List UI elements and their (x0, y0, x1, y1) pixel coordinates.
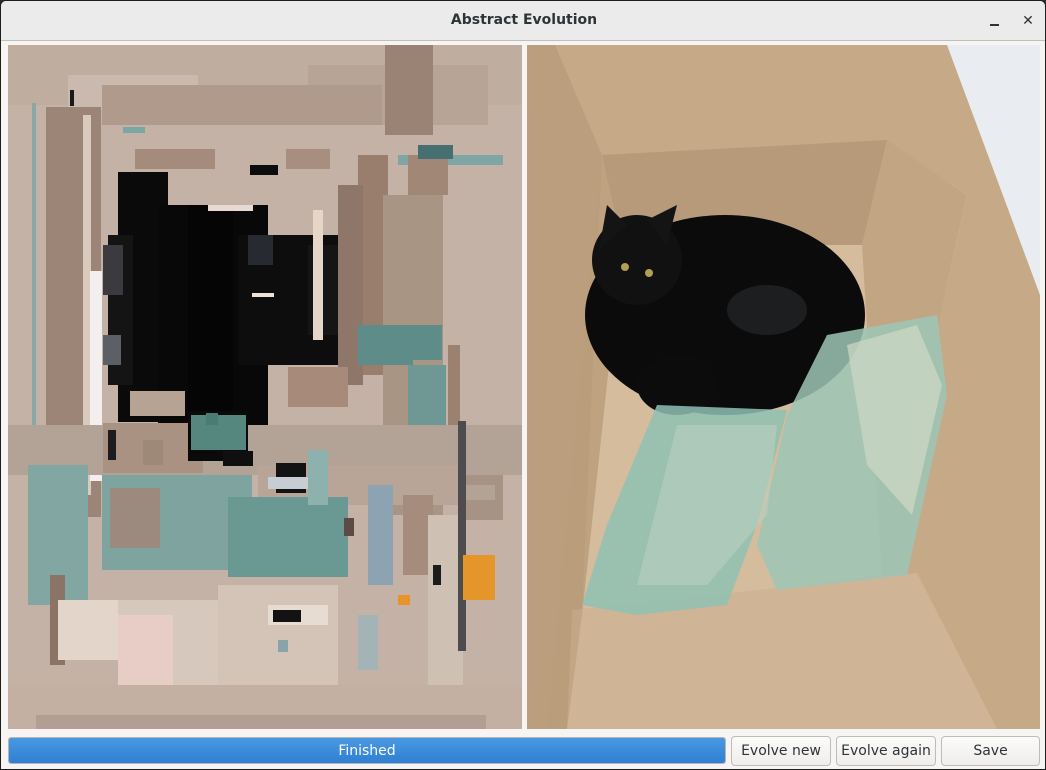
close-button[interactable]: ✕ (1017, 10, 1039, 32)
evolve-new-button[interactable]: Evolve new (731, 736, 831, 766)
bottom-toolbar: Finished Evolve new Evolve again Save (1, 734, 1045, 769)
progress-bar: Finished (8, 737, 726, 764)
close-icon: ✕ (1022, 13, 1034, 29)
minimize-button[interactable] (983, 10, 1005, 32)
app-window: Abstract Evolution ✕ Finished Evolve new… (0, 0, 1046, 770)
target-image-canvas (527, 45, 1040, 729)
window-title: Abstract Evolution (450, 12, 598, 28)
progress-label: Finished (338, 743, 396, 759)
minimize-icon (989, 24, 999, 26)
save-button[interactable]: Save (941, 736, 1040, 766)
target-photo (527, 45, 1040, 729)
evolved-image-canvas (8, 45, 522, 729)
title-bar[interactable]: Abstract Evolution ✕ (1, 1, 1045, 41)
evolved-image (8, 45, 522, 729)
evolve-again-button[interactable]: Evolve again (836, 736, 936, 766)
